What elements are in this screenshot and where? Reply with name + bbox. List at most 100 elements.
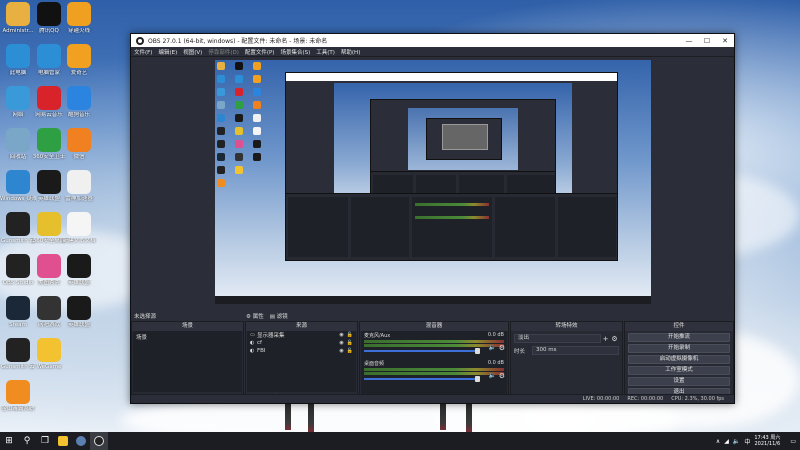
network-icon [6,86,30,110]
cpu-status: CPU: 2.3%, 30.00 fps [671,396,724,402]
volume-slider[interactable] [364,348,480,354]
menu-scene-collection[interactable]: 场景集合(S) [280,48,310,56]
desktop-shortcut[interactable]: 英雄联盟 [61,254,97,287]
monitor-icon: ▭ [250,332,255,338]
mute-speaker-icon[interactable]: 🔈 [489,344,496,351]
desktop-shortcut-label: 酷狗音乐 [67,112,90,118]
menu-view[interactable]: 视图(V) [183,48,202,56]
netease-music-icon [37,86,61,110]
obs-taskbar-icon[interactable] [90,432,108,450]
lock-icon[interactable]: 🔓 [347,332,353,338]
no-source-selected-label: 未选择源 [134,314,157,320]
mixer-gear-icon[interactable]: ⚙ [499,372,505,380]
desktop-shortcut[interactable]: 金山毒霸系统 [0,380,36,413]
program-preview[interactable] [215,60,651,304]
start-virtual-camera-button[interactable]: 启动虚拟摄像机 [628,355,730,364]
controls-dock: 控件 开始推流 开始录制 启动虚拟摄像机 工作室模式 设置 退出 [624,321,734,403]
tray-volume-icon[interactable]: 🔈 [733,438,740,445]
transition-add-icon[interactable]: + [601,335,610,343]
lol-icon [67,296,91,320]
system-tray: ∧ ◢ 🔈 中 17:43 周六 2021/11/6 ▭ [712,432,800,450]
visibility-eye-icon[interactable]: ◉ [339,332,343,338]
start-streaming-button[interactable]: 开始推流 [628,333,730,342]
gamepad-icon [37,296,61,320]
visibility-eye-icon[interactable]: ◉ [339,340,343,346]
duration-input[interactable]: 300 ms [532,346,619,355]
text-file-icon [67,212,91,236]
power-icon [37,44,61,68]
source-toolbar: 未选择源 ⚙ 属性 ▤ 滤镜 [131,311,734,321]
obs-icon [6,254,30,278]
desktop-shortcut-label: 爱奇艺 [70,70,88,76]
preview-area [131,57,734,341]
desktop-shortcut-label: 穿越火线 [67,28,90,34]
wallpaper-figure [440,404,446,430]
desktop-shortcut[interactable]: 雷神加速器 [61,170,97,203]
menu-edit[interactable]: 编辑(E) [158,48,177,56]
tray-wifi-icon[interactable]: ◢ [724,438,729,445]
close-button[interactable]: ✕ [716,37,734,45]
desktop-shortcut[interactable]: 爱奇艺 [61,44,97,77]
source-item[interactable]: ◐ cf ◉ 🔓 [247,339,356,347]
desktop-shortcut[interactable]: 微信 [61,128,97,161]
desktop-shortcut-label: WeGame [36,364,62,370]
maximize-button[interactable]: ☐ [698,37,716,45]
transition-type-row: 淡出 + ⚙ [514,334,619,343]
lock-icon[interactable]: 🔓 [347,340,353,346]
windows-start-icon[interactable]: ⊞ [0,432,18,450]
search-icon[interactable]: ⚲ [18,432,36,450]
mixer-gear-icon[interactable]: ⚙ [499,344,505,352]
desktop-shortcut[interactable]: WeGame [31,338,67,371]
desktop-shortcut[interactable]: 新建文本文档 [61,212,97,245]
tray-chevron-icon[interactable]: ∧ [716,438,720,445]
scenes-dock: 场景 场景 + − ∧ ∨ [131,321,244,403]
transition-gear-icon[interactable]: ⚙ [610,335,619,343]
visibility-eye-icon[interactable]: ◉ [339,348,343,354]
menu-file[interactable]: 文件(F) [134,48,152,56]
start-recording-button[interactable]: 开始录制 [628,344,730,353]
notification-icon[interactable]: ▭ [790,438,796,445]
source-item[interactable]: ◐ FBI ◉ 🔓 [247,347,356,355]
transition-type-select[interactable]: 淡出 [514,334,601,343]
properties-button[interactable]: ⚙ 属性 [246,312,264,320]
filters-button[interactable]: ▤ 滤镜 [270,312,288,320]
preview-desktop-icons [217,62,229,192]
desktop-shortcut[interactable]: 英雄联盟 [61,296,97,329]
steam-taskbar-icon[interactable] [72,432,90,450]
obs-titlebar[interactable]: OBS 27.0.1 (64-bit, windows) - 配置文件: 未命名… [131,34,734,47]
audio-level-meter [364,340,504,343]
settings-button[interactable]: 设置 [628,377,730,386]
owl-icon [37,338,61,362]
desktop-shortcut[interactable]: 穿越火线 [61,2,97,35]
clock-date: 2021/11/6 [754,441,781,447]
input-language-indicator[interactable]: 中 [744,437,750,446]
preview-desktop-icons [253,62,265,166]
mute-speaker-icon[interactable]: 🔈 [489,372,496,379]
audio-level-meter [364,368,504,371]
clock[interactable]: 17:43 周六 2021/11/6 [754,435,780,447]
window-title: OBS 27.0.1 (64-bit, windows) - 配置文件: 未命名… [148,38,328,45]
source-item[interactable]: ▭ 显示器采集 ◉ 🔓 [247,331,356,339]
controls-dock-title: 控件 [625,322,733,331]
menu-tools[interactable]: 工具(T) [316,48,335,56]
menu-profile[interactable]: 配置文件(P) [245,48,275,56]
volume-slider[interactable] [364,376,480,382]
g-app-gold-icon [6,338,30,362]
mixer-channel-mic: 麦克风/Aux 0.0 dB 🔈 ⚙ [364,332,505,354]
transitions-dock-title: 转场特效 [511,322,622,331]
lightning-icon [67,170,91,194]
recycle-bin-icon [6,128,30,152]
desktop-shortcut-label: 英雄联盟 [67,280,90,286]
taskbar-app-icon[interactable] [54,432,72,450]
minimize-button[interactable]: — [680,37,698,45]
mixer-channel-desktop: 桌面音频 0.0 dB 🔈 ⚙ [364,360,505,382]
duration-label: 时长 [514,348,526,355]
desktop-shortcut[interactable]: 酷狗音乐 [61,86,97,119]
task-view-icon[interactable]: ❐ [36,432,54,450]
menu-docks[interactable]: 停靠部件(D) [208,48,239,56]
studio-mode-button[interactable]: 工作室模式 [628,366,730,375]
lock-icon[interactable]: 🔓 [347,348,353,354]
scene-item[interactable]: 场景 [133,331,242,343]
menu-help[interactable]: 帮助(H) [341,48,360,56]
plus-icon [37,212,61,236]
